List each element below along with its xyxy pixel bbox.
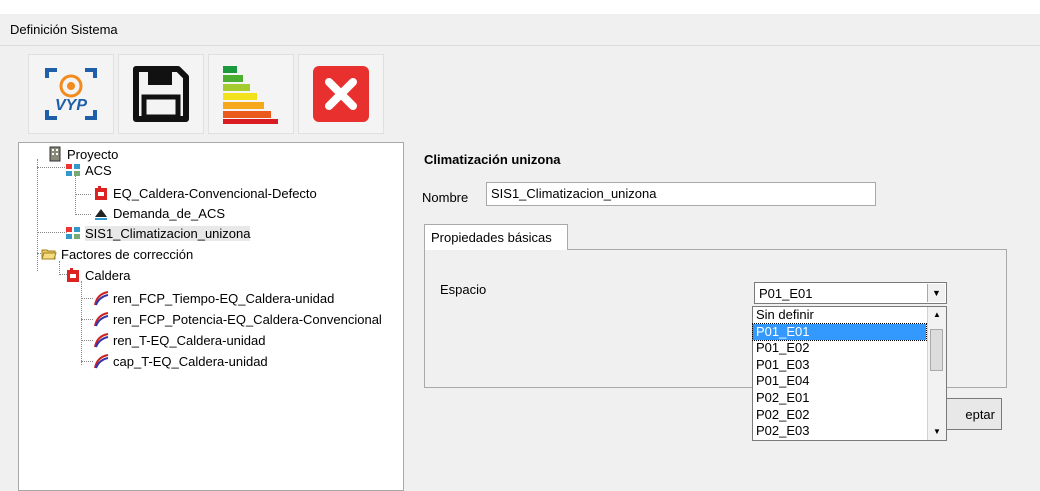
scroll-thumb[interactable] (930, 329, 943, 371)
system-icon (66, 227, 80, 239)
dropdown-option[interactable]: Sin definir (753, 307, 926, 324)
properties-panel: Climatización unizona Nombre SIS1_Climat… (410, 142, 1040, 491)
tree-node-eq-caldera[interactable]: EQ_Caldera-Convencional-Defecto (93, 184, 317, 202)
title-bar: Definición Sistema (0, 14, 1040, 46)
name-field[interactable]: SIS1_Climatizacion_unizona (486, 182, 876, 206)
curve-icon (94, 354, 109, 369)
top-strip (0, 0, 1040, 14)
boiler-icon (95, 186, 107, 200)
tab-propiedades-basicas[interactable]: Propiedades básicas (424, 224, 568, 250)
folder-open-icon (41, 249, 57, 260)
close-icon (313, 66, 369, 122)
panel-title: Climatización unizona (424, 152, 561, 167)
vyp-logo-icon: VYP (45, 68, 97, 120)
espacio-select-value: P01_E01 (759, 286, 813, 301)
floppy-disk-icon (133, 66, 189, 122)
espacio-select[interactable]: P01_E01 ▼ (754, 282, 947, 304)
scroll-down-icon[interactable]: ▼ (928, 424, 946, 440)
tree-node-curve[interactable]: cap_T-EQ_Caldera-unidad (93, 352, 268, 370)
dropdown-option-selected[interactable]: P01_E01 (752, 322, 927, 342)
window-title: Definición Sistema (10, 22, 118, 37)
boiler-icon (67, 268, 79, 282)
tree-node-sis1[interactable]: SIS1_Climatizacion_unizona (65, 224, 251, 242)
dropdown-option[interactable]: P02_E02 (753, 407, 926, 424)
toolbar: VYP (28, 54, 384, 134)
dropdown-option[interactable]: P01_E02 (753, 340, 926, 357)
dropdown-option[interactable]: P02_E03 (753, 423, 926, 440)
curve-icon (94, 333, 109, 348)
energy-rating-icon (223, 66, 278, 124)
tree-node-curve[interactable]: ren_T-EQ_Caldera-unidad (93, 331, 265, 349)
espacio-label: Espacio (440, 282, 487, 297)
building-icon (49, 146, 61, 162)
dropdown-scrollbar[interactable]: ▲ ▼ (927, 307, 946, 440)
dropdown-option[interactable]: P01_E04 (753, 373, 926, 390)
vyp-logo-button[interactable]: VYP (28, 54, 114, 134)
close-button[interactable] (298, 54, 384, 134)
scroll-up-icon[interactable]: ▲ (928, 307, 946, 323)
window-body: VYP Proyecto ACS EQ_Caldera-Convencional… (0, 46, 1040, 491)
demand-icon (95, 209, 107, 220)
chevron-down-icon[interactable]: ▼ (927, 284, 945, 302)
dropdown-option[interactable]: P01_E03 (753, 357, 926, 374)
espacio-dropdown-list[interactable]: Sin definir P01_E01 P01_E02 P01_E03 P01_… (752, 306, 947, 441)
tree-node-factores[interactable]: Factores de corrección (41, 245, 193, 263)
save-button[interactable] (118, 54, 204, 134)
curve-icon (94, 312, 109, 327)
system-tree[interactable]: Proyecto ACS EQ_Caldera-Convencional-Def… (18, 142, 404, 491)
curve-icon (94, 291, 109, 306)
tree-node-caldera[interactable]: Caldera (65, 266, 131, 284)
system-icon (66, 164, 80, 176)
tree-node-acs[interactable]: ACS (65, 161, 112, 179)
svg-text:VYP: VYP (55, 97, 87, 114)
tree-node-demanda[interactable]: Demanda_de_ACS (93, 204, 225, 222)
dropdown-option[interactable]: P02_E01 (753, 390, 926, 407)
energy-rating-button[interactable] (208, 54, 294, 134)
tree-node-curve[interactable]: ren_FCP_Potencia-EQ_Caldera-Convencional (93, 310, 382, 328)
name-label: Nombre (422, 190, 469, 205)
tree-node-curve[interactable]: ren_FCP_Tiempo-EQ_Caldera-unidad (93, 289, 334, 307)
